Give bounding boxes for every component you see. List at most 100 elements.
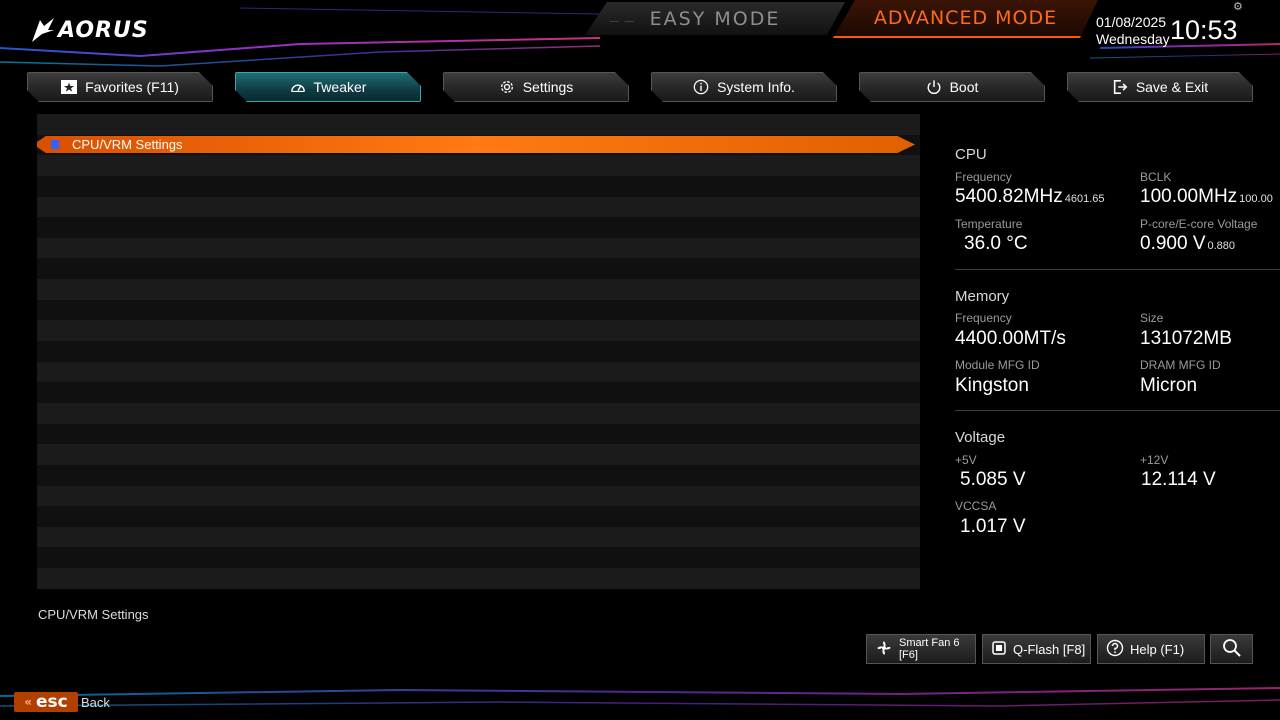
memory-section-title: Memory: [955, 288, 1010, 305]
core-voltage-sub: 0.880: [1207, 240, 1236, 252]
tab-system-info[interactable]: System Info.: [651, 72, 837, 102]
vccsa-value: 1.017 V: [960, 516, 1026, 537]
list-row: [37, 341, 920, 362]
list-row: [37, 237, 920, 259]
easy-mode-button[interactable]: — — EASY MODE: [585, 2, 845, 35]
tab-settings[interactable]: Settings: [443, 72, 629, 102]
v5-value: 5.085 V: [960, 469, 1026, 490]
tab-tweaker[interactable]: Tweaker: [235, 72, 421, 102]
vccsa-label: VCCSA: [955, 499, 997, 513]
smart-fan-button[interactable]: Smart Fan 6 [F6]: [866, 634, 976, 664]
info-icon: [693, 79, 709, 95]
list-row: [37, 526, 920, 548]
tab-label: Boot: [949, 79, 979, 95]
list-row: [37, 299, 920, 321]
v12-value: 12.114 V: [1141, 469, 1216, 490]
bclk-value: 100.00MHz 100.00: [1140, 186, 1273, 208]
settings-list: [37, 114, 920, 589]
bclk-main: 100.00MHz: [1140, 186, 1238, 207]
v5-label: +5V: [955, 453, 977, 467]
help-label: Help (F1): [1130, 641, 1185, 657]
list-row: [37, 217, 920, 238]
list-row: [37, 568, 920, 589]
bclk-label: BCLK: [1140, 170, 1172, 184]
advanced-mode-label: ADVANCED MODE: [873, 7, 1058, 29]
tab-label: System Info.: [717, 79, 795, 95]
memory-size-label: Size: [1140, 311, 1164, 325]
v12-label: +12V: [1140, 453, 1169, 467]
list-row: [37, 382, 920, 403]
list-row: [37, 464, 920, 486]
list-row: [37, 423, 920, 445]
speedometer-icon: [290, 79, 306, 95]
tab-label: Save & Exit: [1135, 79, 1209, 95]
advanced-mode-button[interactable]: ADVANCED MODE: [833, 0, 1098, 38]
tab-boot[interactable]: Boot: [859, 72, 1045, 102]
voltage-section-title: Voltage: [955, 429, 1006, 446]
tab-label: Tweaker: [313, 79, 367, 95]
help-icon: [1106, 639, 1124, 660]
power-icon: [926, 79, 942, 95]
exit-icon: [1112, 79, 1128, 95]
module-mfg-label: Module MFG ID: [955, 358, 1040, 372]
list-row: [37, 547, 920, 569]
small-gear-icon[interactable]: ⚙: [1233, 0, 1243, 13]
list-row: [37, 279, 920, 300]
aorus-eagle-icon: [32, 18, 54, 42]
cpu-frequency-main: 5400.82MHz: [955, 186, 1063, 207]
module-mfg-value: Kingston: [955, 375, 1029, 396]
brand-name: AORUS: [58, 17, 149, 43]
core-voltage-main: 0.900 V: [1140, 233, 1206, 254]
list-row: [37, 361, 920, 383]
back-label: Back: [81, 695, 110, 710]
weekday-text: Wednesday: [1096, 31, 1170, 47]
list-row: [37, 114, 920, 135]
item-description: CPU/VRM Settings: [38, 607, 149, 622]
esc-key-button[interactable]: « esc: [14, 692, 78, 712]
cpu-temperature-label: Temperature: [955, 217, 1023, 231]
memory-frequency-label: Frequency: [955, 311, 1012, 325]
esc-label: esc: [36, 692, 68, 712]
panel-divider: [955, 269, 1280, 270]
submenu-marker-icon: [51, 140, 59, 149]
gear-icon: [499, 79, 515, 95]
search-button[interactable]: [1210, 634, 1253, 664]
list-row: [37, 506, 920, 527]
clock-time: 10:53: [1170, 15, 1238, 45]
cpu-frequency-sub: 4601.65: [1064, 193, 1105, 205]
list-row: [37, 320, 920, 342]
tab-favorites[interactable]: Favorites (F11): [27, 72, 213, 102]
list-row: [37, 258, 920, 280]
fan-icon: [875, 639, 893, 660]
list-item-cpu-vrm-settings[interactable]: CPU/VRM Settings: [37, 136, 915, 153]
cpu-frequency-value: 5400.82MHz 4601.65: [955, 186, 1105, 208]
search-icon: [1222, 638, 1242, 661]
list-row: [37, 485, 920, 507]
list-row: [37, 175, 920, 197]
help-button[interactable]: Help (F1): [1097, 634, 1205, 664]
bclk-sub: 100.00: [1239, 193, 1273, 205]
q-flash-button[interactable]: Q-Flash [F8]: [982, 634, 1091, 664]
tab-save-exit[interactable]: Save & Exit: [1067, 72, 1253, 102]
q-flash-label: Q-Flash [F8]: [1013, 641, 1086, 657]
cpu-frequency-label: Frequency: [955, 170, 1012, 184]
dram-mfg-label: DRAM MFG ID: [1140, 358, 1221, 372]
date-text: 01/08/2025: [1096, 14, 1167, 30]
list-row: [37, 196, 920, 218]
dash-decoration: — —: [609, 16, 636, 27]
cpu-section-title: CPU: [955, 146, 987, 163]
dram-mfg-value: Micron: [1140, 375, 1198, 396]
date-display: 01/08/2025 Wednesday: [1096, 14, 1170, 48]
panel-divider: [955, 410, 1280, 411]
smart-fan-label: Smart Fan 6 [F6]: [899, 637, 960, 661]
chip-icon: [991, 640, 1007, 659]
core-voltage-value: 0.900 V 0.880: [1140, 233, 1235, 255]
list-row: [37, 444, 920, 465]
list-item-label: CPU/VRM Settings: [72, 137, 183, 152]
double-chevron-left-icon: «: [24, 695, 33, 709]
list-row: [37, 155, 920, 176]
footer-decoration: [0, 687, 1280, 707]
tab-label: Settings: [522, 79, 574, 95]
memory-size-value: 131072MB: [1140, 328, 1232, 349]
core-voltage-label: P-core/E-core Voltage: [1140, 217, 1258, 231]
